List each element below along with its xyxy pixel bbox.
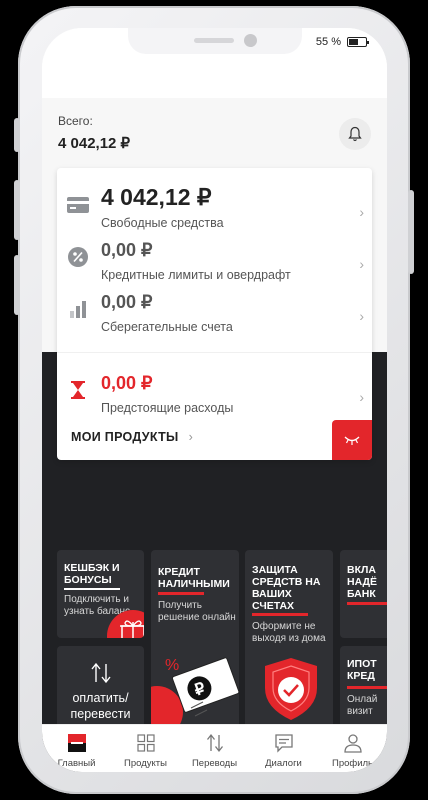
hide-balance-button[interactable]: [332, 420, 372, 460]
app-screen: 55 % Всего: 4 042,12 ₽ 4 042,12 ₽ Свобод…: [42, 28, 387, 772]
tab-home[interactable]: Главный: [42, 725, 111, 772]
account-label: Свободные средства: [101, 216, 224, 230]
tab-label: Диалоги: [265, 758, 302, 769]
cash-illustration: % ₽: [151, 657, 239, 730]
hourglass-icon: [67, 379, 89, 401]
battery-icon: [347, 37, 369, 47]
tab-dialogs[interactable]: Диалоги: [249, 725, 318, 772]
tile-subtitle: Онлай визит: [347, 694, 378, 717]
tile-title: КРЕДИТ НАЛИЧНЫМИ: [158, 566, 230, 590]
account-label: Предстоящие расходы: [101, 401, 234, 415]
tile-subtitle: Оформите не выходя из дома: [252, 621, 326, 644]
account-row-savings[interactable]: 0,00 ₽ Сберегательные счета ›: [57, 290, 372, 338]
battery-percent: 55 %: [315, 36, 341, 48]
tile-cash-credit[interactable]: КРЕДИТ НАЛИЧНЫМИ Получить решение онлайн…: [151, 550, 239, 730]
chevron-right-icon: ›: [359, 204, 364, 220]
tile-funds-protection[interactable]: ЗАЩИТА СРЕДСТВ НА ВАШИХ СЧЕТАХ Оформите …: [245, 550, 333, 730]
my-products-label: МОИ ПРОДУКТЫ: [71, 430, 179, 444]
tab-label: Продукты: [124, 758, 167, 769]
tile-cashback[interactable]: КЕШБЭК И БОНУСЫ Подключить и узнать бала…: [57, 550, 144, 638]
grid-icon: [136, 733, 156, 753]
total-label: Всего:: [58, 114, 93, 128]
account-amount: 0,00 ₽: [101, 292, 153, 312]
status-bar: 55 %: [315, 36, 369, 48]
eye-closed-icon: [344, 436, 360, 445]
chevron-right-icon: ›: [359, 308, 364, 324]
notifications-button[interactable]: [339, 118, 371, 150]
mute-switch: [14, 118, 20, 152]
account-label: Сберегательные счета: [101, 320, 233, 334]
tab-label: Переводы: [191, 758, 238, 769]
svg-text:%: %: [165, 657, 179, 674]
pay-transfer-label: оплатить/ перевести: [70, 691, 131, 721]
tab-transfers[interactable]: Переводы: [180, 725, 249, 772]
tab-label: Профиль: [331, 758, 373, 769]
tile-title: КЕШБЭК И БОНУСЫ: [64, 562, 120, 586]
transfer-arrows-icon: [205, 733, 225, 753]
tile-deposits[interactable]: ВКЛА НАДЁ БАНК: [340, 550, 387, 638]
account-label: Кредитные лимиты и овердрафт: [101, 268, 291, 282]
tile-title: ЗАЩИТА СРЕДСТВ НА ВАШИХ СЧЕТАХ: [252, 564, 321, 612]
tab-products[interactable]: Продукты: [111, 725, 180, 772]
account-amount: 0,00 ₽: [101, 240, 153, 260]
volume-down-button: [14, 255, 20, 315]
volume-up-button: [14, 180, 20, 240]
account-amount: 4 042,12 ₽: [101, 184, 212, 210]
bell-icon: [348, 126, 362, 142]
account-row-upcoming-expenses[interactable]: 0,00 ₽ Предстоящие расходы ›: [57, 371, 372, 419]
my-products-link[interactable]: МОИ ПРОДУКТЫ ›: [71, 430, 193, 444]
chat-icon: [274, 733, 294, 753]
bar-chart-icon: [67, 298, 89, 320]
camera: [244, 34, 257, 47]
total-balance: 4 042,12 ₽: [58, 135, 131, 152]
card-icon: [67, 194, 89, 216]
notch: [128, 28, 302, 54]
tile-subtitle: Получить решение онлайн: [158, 600, 236, 623]
account-amount: 0,00 ₽: [101, 373, 153, 393]
tile-title: ВКЛА НАДЁ БАНК: [347, 564, 378, 600]
account-row-credit-limits[interactable]: 0,00 ₽ Кредитные лимиты и овердрафт ›: [57, 238, 372, 286]
tile-title: ИПОТ КРЕД: [347, 658, 377, 682]
home-logo-icon: [67, 733, 87, 753]
account-row-free-funds[interactable]: 4 042,12 ₽ Свободные средства ›: [57, 184, 372, 234]
chevron-right-icon: ›: [359, 389, 364, 405]
gift-icon: [107, 610, 144, 638]
tile-mortgage[interactable]: ИПОТ КРЕД Онлай визит: [340, 646, 387, 730]
chevron-right-icon: ›: [188, 430, 194, 444]
power-button: [408, 190, 414, 274]
profile-icon: [343, 733, 363, 753]
pay-transfer-button[interactable]: оплатить/ перевести: [57, 646, 144, 730]
transfer-arrows-icon: [90, 662, 111, 684]
balance-card: 4 042,12 ₽ Свободные средства › 0,00 ₽ К…: [57, 168, 372, 460]
bottom-tab-bar: Главный Продукты Переводы Диалоги Профил…: [42, 724, 387, 772]
shield-check-icon: [265, 658, 317, 720]
tab-profile[interactable]: Профиль: [318, 725, 387, 772]
tab-label: Главный: [57, 758, 96, 769]
chevron-right-icon: ›: [359, 256, 364, 272]
percent-icon: [67, 246, 89, 268]
divider: [57, 352, 372, 353]
